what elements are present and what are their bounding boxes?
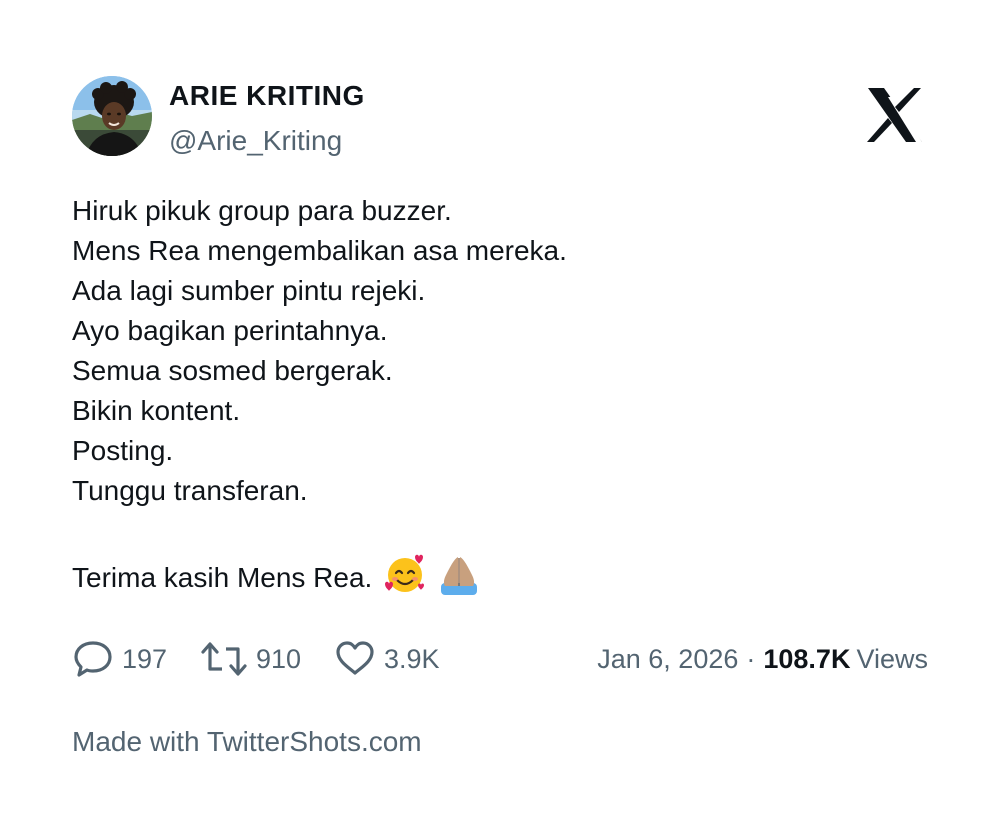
like-count: 3.9K bbox=[384, 643, 440, 674]
views-count: 108.7K bbox=[763, 643, 851, 674]
reply-icon bbox=[74, 641, 112, 677]
smiling-face-with-hearts-icon bbox=[385, 554, 425, 592]
author-name[interactable]: ARIE KRITING bbox=[169, 80, 365, 112]
tweet-closing-line: Terima kasih Mens Rea. bbox=[72, 553, 912, 595]
like-button[interactable]: 3.9K bbox=[334, 636, 440, 682]
tweet-line: Mens Rea mengembalikan asa mereka. bbox=[72, 235, 567, 266]
tweet-meta: Jan 6, 2026 · 108.7K Views bbox=[597, 636, 928, 682]
avatar-image bbox=[72, 76, 152, 156]
tweet-card: ARIE KRITING @Arie_Kriting Hiruk pikuk g… bbox=[0, 0, 996, 834]
tweet-date[interactable]: Jan 6, 2026 bbox=[597, 644, 738, 675]
tweet-line: Hiruk pikuk group para buzzer. bbox=[72, 195, 452, 226]
meta-separator: · bbox=[746, 643, 756, 674]
tweet-line: Tunggu transferan. bbox=[72, 475, 308, 506]
reply-button[interactable]: 197 bbox=[72, 636, 167, 682]
tweet-line: Ada lagi sumber pintu rejeki. bbox=[72, 275, 426, 306]
footer-credit[interactable]: Made with TwitterShots.com bbox=[72, 726, 422, 758]
tweet-line: Bikin kontent. bbox=[72, 395, 241, 426]
tweet-line: Posting. bbox=[72, 435, 174, 466]
tweet-stats: 197 910 3.9K Jan 6, 2026 · 108.7K Views bbox=[72, 636, 928, 682]
reply-count: 197 bbox=[122, 643, 168, 674]
author-handle[interactable]: @Arie_Kriting bbox=[169, 125, 342, 157]
tweet-closing-text: Terima kasih Mens Rea. bbox=[72, 562, 373, 593]
retweet-count: 910 bbox=[256, 643, 302, 674]
x-logo-icon[interactable] bbox=[866, 88, 924, 142]
tweet-line: Semua sosmed bergerak. bbox=[72, 355, 393, 386]
tweet-text: Hiruk pikuk group para buzzer. Mens Rea … bbox=[72, 191, 912, 595]
retweet-icon bbox=[201, 642, 247, 676]
retweet-button[interactable]: 910 bbox=[200, 636, 301, 682]
folded-hands-icon bbox=[440, 557, 477, 595]
tweet-line: Ayo bagikan perintahnya. bbox=[72, 315, 388, 346]
heart-icon bbox=[336, 641, 374, 675]
avatar[interactable] bbox=[72, 76, 152, 156]
views-label: Views bbox=[856, 643, 928, 674]
